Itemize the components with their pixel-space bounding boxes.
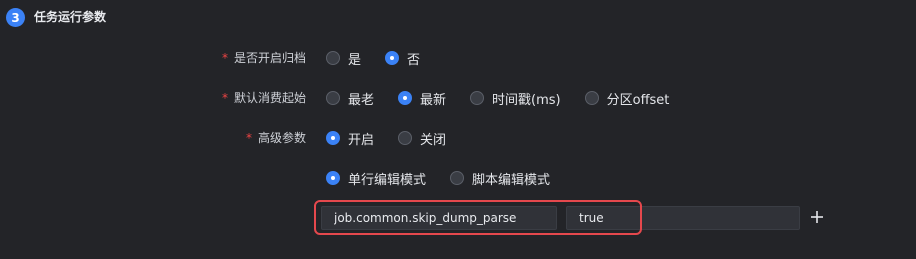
radio-label: 关闭 (420, 132, 447, 148)
radio-label: 最新 (420, 92, 447, 108)
add-param-button[interactable] (808, 207, 826, 227)
radio-circle-icon (398, 91, 413, 105)
step-number-badge: 3 (6, 8, 25, 27)
consume-option-timestamp[interactable]: 时间戳(ms) (470, 89, 561, 108)
advanced-params-label-text: 高级参数 (257, 131, 306, 145)
radio-circle-icon (326, 171, 340, 185)
required-mark: * (221, 51, 228, 65)
edit-mode-radio-group: 单行编辑模式 脚本编辑模式 (326, 169, 574, 188)
plus-icon (811, 211, 823, 223)
radio-circle-icon (398, 131, 413, 145)
required-mark: * (245, 131, 252, 145)
radio-circle-icon (326, 131, 340, 145)
consume-option-latest[interactable]: 最新 (398, 89, 446, 108)
archive-option-yes[interactable]: 是 (326, 49, 361, 68)
radio-circle-icon (584, 91, 599, 105)
advanced-option-off[interactable]: 关闭 (398, 129, 446, 148)
section-title: 任务运行参数 (34, 10, 107, 24)
radio-circle-icon (450, 171, 465, 185)
consume-option-partition-offset[interactable]: 分区offset (584, 89, 670, 108)
edit-mode-single-line[interactable]: 单行编辑模式 (326, 169, 426, 188)
radio-label: 是 (348, 52, 362, 68)
consume-option-oldest[interactable]: 最老 (326, 89, 374, 108)
archive-radio-group: 是 否 (326, 49, 444, 68)
advanced-option-on[interactable]: 开启 (326, 129, 374, 148)
radio-label: 脚本编辑模式 (472, 172, 551, 188)
edit-mode-script[interactable]: 脚本编辑模式 (450, 169, 550, 188)
param-key-input[interactable] (321, 206, 557, 230)
default-consume-start-radio-group: 最老 最新 时间戳(ms) 分区offset (326, 89, 693, 108)
radio-circle-icon (385, 51, 400, 65)
param-value-input[interactable] (566, 206, 800, 230)
radio-label: 分区offset (606, 92, 670, 108)
archive-label-text: 是否开启归档 (233, 51, 306, 65)
radio-label: 否 (407, 52, 421, 68)
radio-label: 单行编辑模式 (348, 172, 427, 188)
radio-circle-icon (326, 51, 340, 65)
advanced-params-label: * 高级参数 (246, 129, 306, 147)
required-mark: * (221, 91, 228, 105)
archive-option-no[interactable]: 否 (385, 49, 420, 68)
archive-label: * 是否开启归档 (222, 49, 306, 67)
default-consume-start-label: * 默认消费起始 (222, 89, 306, 107)
default-consume-start-label-text: 默认消费起始 (233, 91, 306, 105)
radio-label: 开启 (348, 132, 375, 148)
radio-label: 最老 (348, 92, 375, 108)
radio-circle-icon (326, 91, 340, 105)
radio-circle-icon (470, 91, 485, 105)
advanced-params-radio-group: 开启 关闭 (326, 129, 470, 148)
radio-label: 时间戳(ms) (492, 92, 561, 108)
